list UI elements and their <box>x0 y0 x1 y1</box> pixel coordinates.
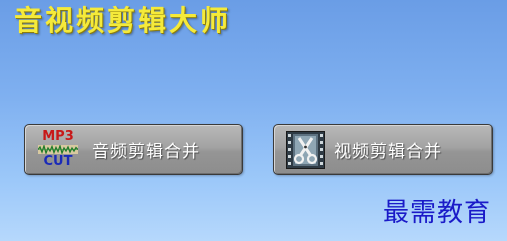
audio-cut-merge-button[interactable]: MP3 CUT 音频剪辑合并 <box>24 124 243 175</box>
watermark-text: 最需教育 <box>383 198 492 228</box>
mp3-cut-icon: MP3 CUT <box>38 130 78 170</box>
video-cut-merge-label: 视频剪辑合并 <box>334 142 442 162</box>
audio-cut-merge-label: 音频剪辑合并 <box>92 142 200 162</box>
film-scissors-icon <box>286 131 325 169</box>
waveform-icon <box>38 145 78 154</box>
app-window: 音视频剪辑大师 MP3 CUT 音频剪辑合并 视频剪辑合并 最需教育 <box>0 0 507 241</box>
video-cut-merge-button[interactable]: 视频剪辑合并 <box>273 124 493 175</box>
app-title: 音视频剪辑大师 <box>14 4 232 37</box>
cut-icon-text: CUT <box>43 154 73 169</box>
mp3-icon-text: MP3 <box>42 129 74 144</box>
